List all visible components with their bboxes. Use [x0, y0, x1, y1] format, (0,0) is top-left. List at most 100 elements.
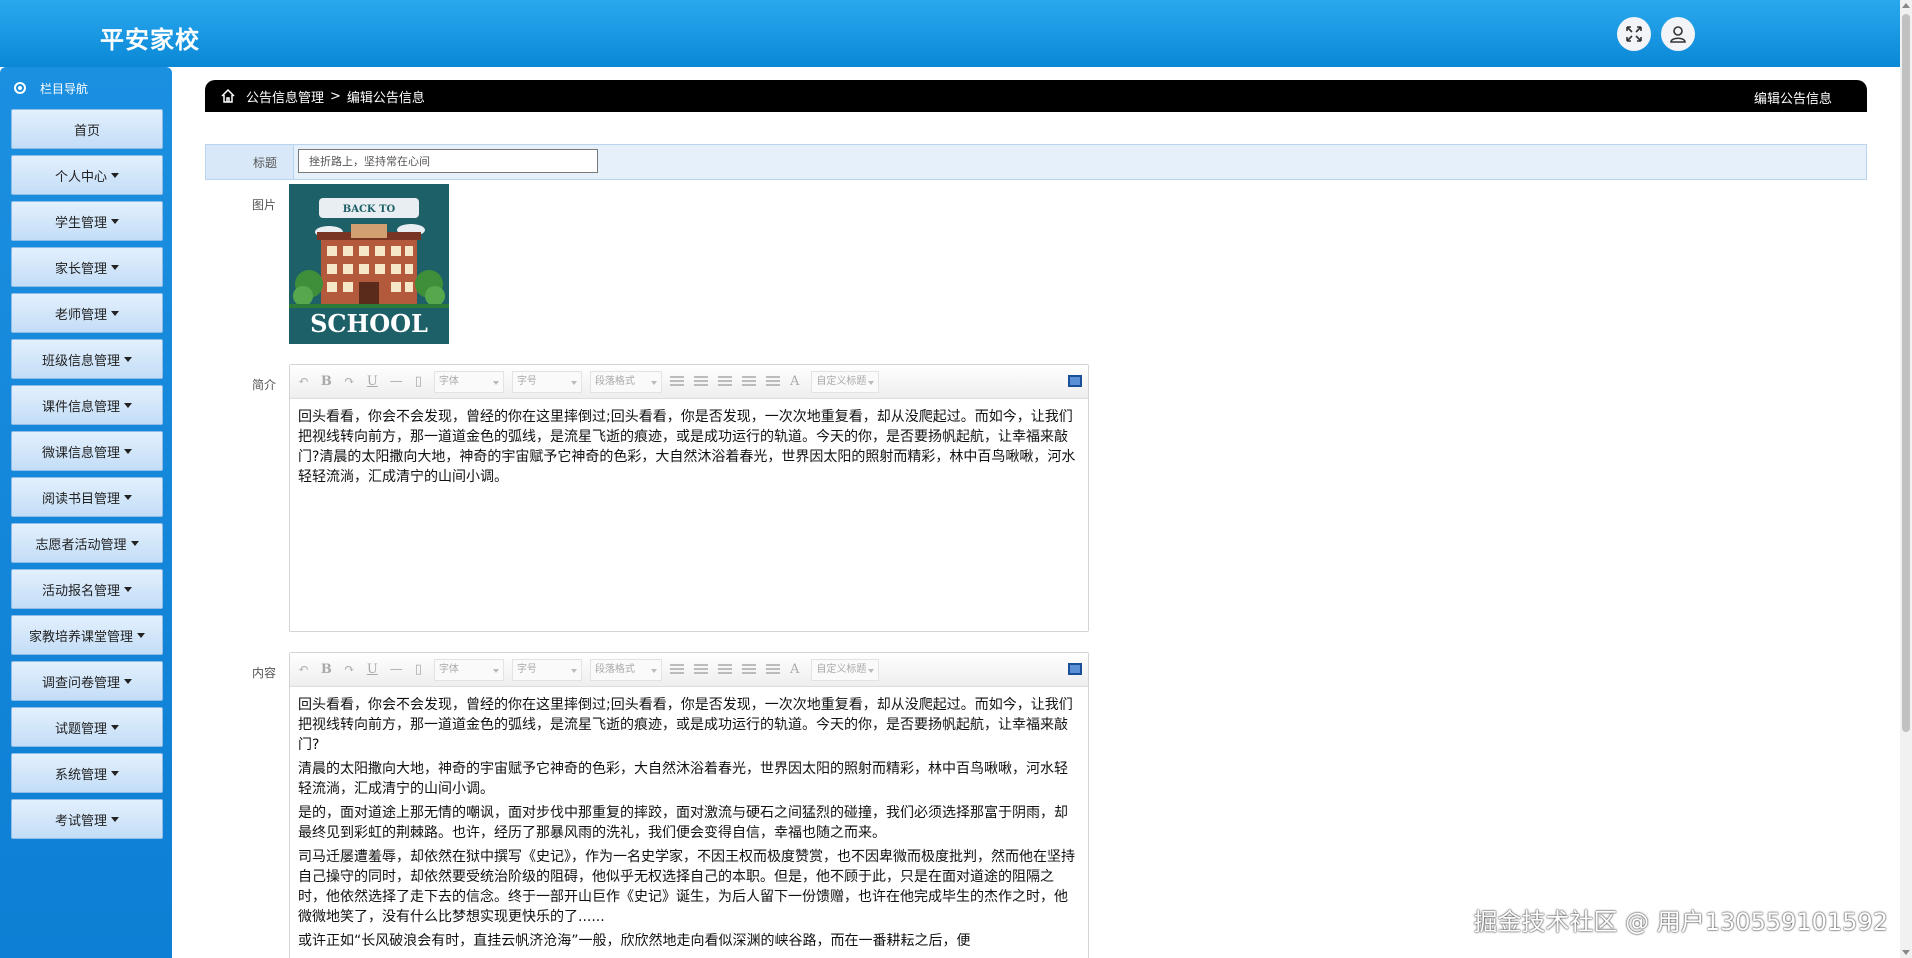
sidebar-item-13[interactable]: 试题管理 [11, 707, 163, 747]
align-justify-icon[interactable] [765, 375, 780, 388]
content-paragraph: 回头看看，你会不会发现，曾经的你在这里摔倒过;回头看看，你是否发现，一次次地重复… [298, 697, 1073, 753]
user-button[interactable] [1661, 17, 1695, 51]
paste-icon[interactable]: ▯ [415, 374, 422, 389]
sidebar-item-label: 首页 [73, 123, 100, 139]
caret-down-icon [124, 356, 132, 362]
caret-down-icon [111, 218, 119, 224]
scroll-down-arrow-icon[interactable] [1902, 950, 1910, 955]
sidebar-item-5[interactable]: 班级信息管理 [11, 339, 163, 379]
redo-icon[interactable]: ↷ [344, 662, 355, 677]
title-label: 标题 [253, 156, 278, 170]
sidebar-item-7[interactable]: 微课信息管理 [11, 431, 163, 471]
align-center-icon[interactable] [717, 375, 732, 388]
app-title: 平安家校 [100, 26, 200, 54]
font-family-select[interactable]: 字体 [433, 658, 504, 681]
content-paragraph: 是的，面对道途上那无情的嘲讽，面对步伐中那重复的摔跤，面对激流与硬石之间猛烈的碰… [298, 805, 1068, 841]
table-icon[interactable] [669, 663, 684, 676]
font-size-select[interactable]: 字号 [511, 370, 582, 393]
home-icon[interactable] [220, 88, 236, 104]
title-input[interactable] [298, 149, 598, 173]
custom-title-select[interactable]: 自定义标题 [811, 658, 880, 681]
sidebar-item-1[interactable]: 个人中心 [11, 155, 163, 195]
caret-down-icon [111, 264, 119, 270]
undo-icon[interactable]: ↶ [298, 662, 309, 677]
watermark: 掘金技术社区 @ 用户130559101592 [1473, 908, 1889, 936]
table-icon[interactable] [669, 375, 684, 388]
caret-down-icon [124, 402, 132, 408]
align-center-icon[interactable] [717, 663, 732, 676]
sidebar-item-label: 微课信息管理 [41, 445, 120, 461]
content-paragraph: 或许正如“长风破浪会有时，直挂云帆济沧海”一般，欣欣然地走向看似深渊的峡谷路，而… [298, 933, 971, 949]
picture-text-top: BACK TO [343, 204, 396, 215]
bold-button[interactable]: B [321, 374, 332, 389]
font-color-button[interactable]: A [790, 662, 799, 677]
picture-label: 图片 [252, 198, 277, 212]
align-right-icon[interactable] [741, 663, 756, 676]
sidebar-item-15[interactable]: 考试管理 [11, 799, 163, 839]
content-body[interactable]: 回头看看，你会不会发现，曾经的你在这里摔倒过;回头看看，你是否发现，一次次地重复… [290, 687, 1088, 958]
align-left-icon[interactable] [693, 375, 708, 388]
horizontal-rule-icon[interactable]: — [390, 662, 403, 677]
sidebar-item-8[interactable]: 阅读书目管理 [11, 477, 163, 517]
sidebar-item-label: 个人中心 [54, 169, 107, 185]
caret-down-icon [111, 816, 119, 822]
undo-icon[interactable]: ↶ [298, 374, 309, 389]
horizontal-rule-icon[interactable]: — [390, 374, 403, 389]
align-left-icon[interactable] [693, 663, 708, 676]
custom-title-select[interactable]: 自定义标题 [811, 370, 880, 393]
fullscreen-button[interactable] [1617, 17, 1651, 51]
sidebar-item-10[interactable]: 活动报名管理 [11, 569, 163, 609]
content-toolbar: ↶ B ↷ U — ▯ 字体 字号 段落格式 A 自定义标题 [290, 653, 1088, 687]
scroll-thumb[interactable] [1902, 14, 1910, 732]
expand-arrows-icon [1626, 26, 1642, 42]
content-editor[interactable]: ↶ B ↷ U — ▯ 字体 字号 段落格式 A 自定义标题 回头看看，你会不会… [289, 652, 1089, 958]
page-title: 编辑公告信息 [1753, 92, 1832, 107]
paragraph-format-select[interactable]: 段落格式 [589, 658, 662, 681]
cover-image[interactable]: BACK TO SCHOOL [289, 184, 449, 344]
sidebar-item-label: 家长管理 [54, 261, 107, 277]
summary-toolbar: ↶ B ↷ U — ▯ 字体 字号 段落格式 A 自定义标题 [290, 365, 1088, 399]
picture-text-bottom: SCHOOL [310, 309, 428, 338]
caret-down-icon [130, 540, 139, 546]
font-family-select[interactable]: 字体 [433, 370, 504, 393]
sidebar-item-label: 学生管理 [54, 215, 107, 231]
sidebar-item-label: 老师管理 [54, 307, 107, 323]
caret-down-icon [111, 770, 119, 776]
fullscreen-editor-icon[interactable] [1068, 663, 1082, 675]
font-color-button[interactable]: A [790, 374, 799, 389]
page-scrollbar[interactable] [1900, 0, 1912, 958]
bold-button[interactable]: B [321, 662, 332, 677]
sidebar-item-9[interactable]: 志愿者活动管理 [11, 523, 163, 563]
summary-body[interactable]: 回头看看，你会不会发现，曾经的你在这里摔倒过;回头看看，你是否发现，一次次地重复… [290, 399, 1088, 499]
underline-button[interactable]: U [367, 374, 378, 389]
sidebar-item-label: 活动报名管理 [41, 583, 120, 599]
breadcrumb-current: 编辑公告信息 [346, 90, 425, 106]
content-paragraph: 清晨的太阳撒向大地，神奇的宇宙赋予它神奇的色彩，大自然沐浴着春光，世界因太阳的照… [298, 761, 1068, 797]
school-illustration: BACK TO SCHOOL [289, 184, 449, 344]
sidebar-item-11[interactable]: 家教培养课堂管理 [11, 615, 163, 655]
nav-circle-icon [14, 82, 26, 94]
caret-down-icon [137, 632, 145, 638]
sidebar-item-6[interactable]: 课件信息管理 [11, 385, 163, 425]
sidebar-item-12[interactable]: 调查问卷管理 [11, 661, 163, 701]
underline-button[interactable]: U [367, 662, 378, 677]
sidebar-item-3[interactable]: 家长管理 [11, 247, 163, 287]
redo-icon[interactable]: ↷ [344, 374, 355, 389]
sidebar-item-label: 课件信息管理 [41, 399, 120, 415]
scroll-up-arrow-icon[interactable] [1902, 3, 1910, 8]
sidebar-menu: 首页个人中心学生管理家长管理老师管理班级信息管理课件信息管理 微课信息管理阅读书目… [0, 109, 172, 839]
fullscreen-editor-icon[interactable] [1068, 375, 1082, 387]
align-right-icon[interactable] [741, 375, 756, 388]
paste-icon[interactable]: ▯ [415, 662, 422, 677]
breadcrumb-parent[interactable]: 公告信息管理 [246, 87, 324, 106]
summary-editor[interactable]: ↶ B ↷ U — ▯ 字体 字号 段落格式 A 自定义标题 回头看看，你会不会… [289, 364, 1089, 632]
align-justify-icon[interactable] [765, 663, 780, 676]
caret-down-icon [111, 310, 119, 316]
sidebar-item-4[interactable]: 老师管理 [11, 293, 163, 333]
sidebar-item-label: 家教培养课堂管理 [28, 629, 133, 645]
sidebar-item-2[interactable]: 学生管理 [11, 201, 163, 241]
font-size-select[interactable]: 字号 [511, 658, 582, 681]
paragraph-format-select[interactable]: 段落格式 [589, 370, 662, 393]
sidebar-item-0[interactable]: 首页 [11, 109, 163, 149]
sidebar-item-14[interactable]: 系统管理 [11, 753, 163, 793]
